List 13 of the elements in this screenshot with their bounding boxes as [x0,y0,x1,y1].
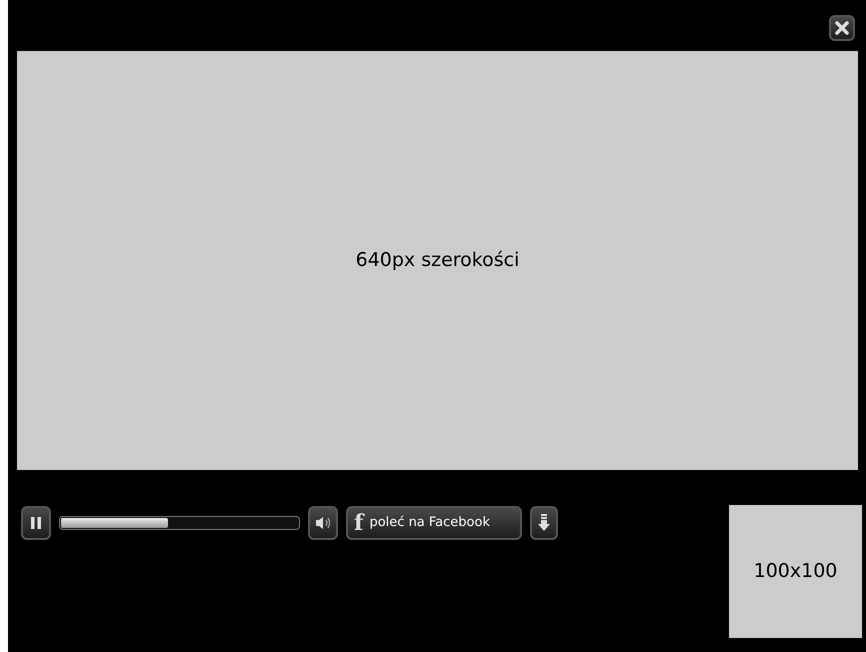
progress-track[interactable] [59,516,300,530]
video-label: 640px szerokości [356,248,520,274]
close-button[interactable] [829,15,855,41]
thumbnail-label: 100x100 [754,559,838,584]
download-arrow-icon [538,514,550,532]
volume-button[interactable] [308,506,338,540]
speaker-icon [315,516,331,530]
pause-icon [31,517,41,529]
download-button[interactable] [530,506,558,540]
facebook-logo: f [354,512,364,534]
facebook-share-button[interactable]: f poleć na Facebook [346,506,522,540]
close-icon [835,21,849,35]
pause-button[interactable] [21,506,51,540]
